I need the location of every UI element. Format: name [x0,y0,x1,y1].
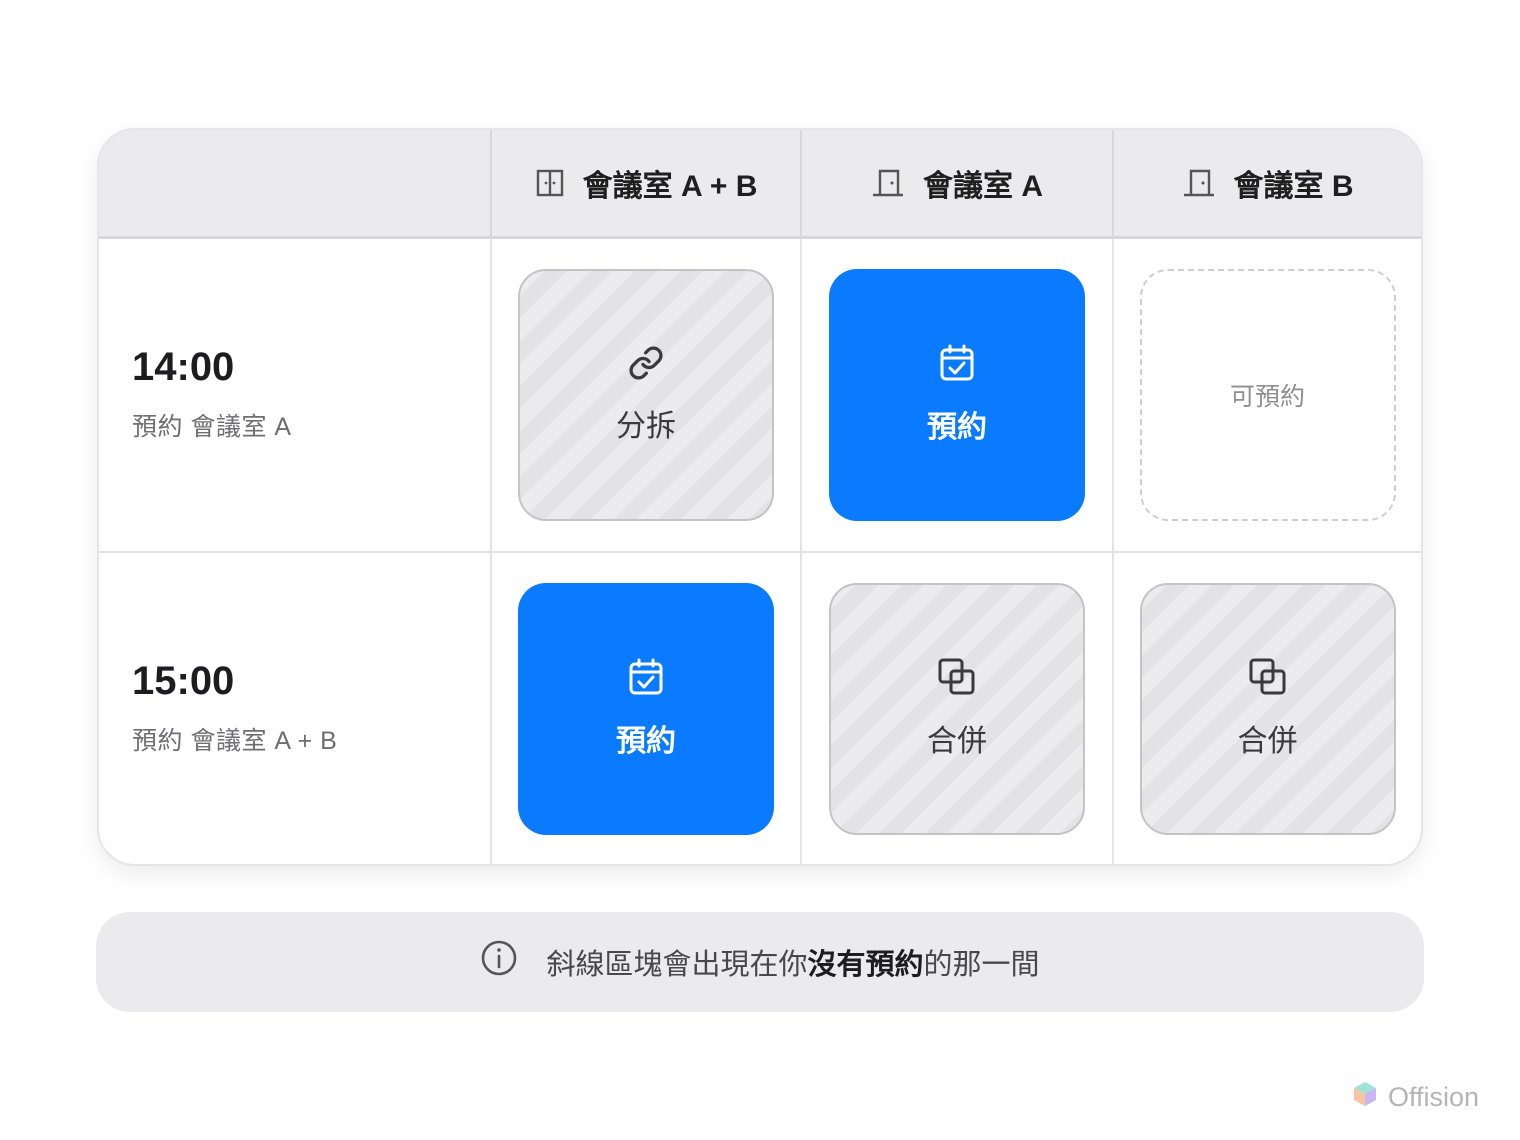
column-header-room-b: 會議室 B [1114,130,1421,239]
door-icon [871,168,905,198]
brand-watermark: Offision [1352,1080,1479,1115]
header-corner-cell [99,130,492,239]
slot-cell-1500-room-b: 合併 [1114,553,1421,864]
brand-name: Offision [1388,1082,1480,1112]
tile-label: 預約 [616,724,676,758]
merge-tile[interactable]: 合併 [1139,582,1396,835]
slot-cell-1400-room-b: 可預約 [1114,239,1421,553]
slot-cell-1500-room-a: 合併 [802,553,1114,864]
slot-cell-1400-room-a: 預約 [802,239,1114,553]
time-block: 15:00 預約 會議室 A + B [132,661,337,757]
split-tile[interactable]: 分拆 [518,269,774,521]
time-block: 14:00 預約 會議室 A [132,347,292,443]
info-text-emphasis: 沒有預約 [807,949,924,981]
door-icon [1182,168,1216,198]
page: 會議室 A + B 會議室 A 會議室 B 14:00 預約 會議室 A 分拆 … [0,0,1520,1140]
column-header-label: 會議室 B [1233,170,1354,203]
tile-label: 可預約 [1229,383,1305,411]
link-icon [628,345,664,389]
info-bar: 斜線區塊會出現在你沒有預約的那一間 [96,912,1424,1012]
booked-tile[interactable]: 預約 [829,269,1085,521]
available-tile[interactable]: 可預約 [1139,269,1396,521]
tile-label: 合併 [927,724,987,758]
calendar-check-icon [939,344,975,390]
info-text-before: 斜線區塊會出現在你 [546,949,808,981]
tile-label: 合併 [1237,724,1298,758]
merge-tile[interactable]: 合併 [829,582,1085,835]
slot-cell-1400-room-ab: 分拆 [492,239,802,553]
time-subtitle: 預約 會議室 A [132,413,292,441]
info-text: 斜線區塊會出現在你沒有預約的那一間 [546,941,1039,983]
time-cell-1500: 15:00 預約 會議室 A + B [99,553,492,864]
offision-logo-icon [1352,1080,1378,1115]
tile-label: 分拆 [616,410,676,443]
slot-cell-1500-room-ab: 預約 [492,553,802,864]
time-cell-1400: 14:00 預約 會議室 A [99,239,492,553]
column-header-room-ab: 會議室 A + B [492,130,802,239]
booked-tile[interactable]: 預約 [518,582,774,835]
column-header-room-a: 會議室 A [802,130,1114,239]
merge-squares-icon [1249,658,1287,704]
schedule-grid: 會議室 A + B 會議室 A 會議室 B 14:00 預約 會議室 A 分拆 … [99,130,1421,864]
time-subtitle: 預約 會議室 A + B [132,726,338,755]
merge-squares-icon [938,658,976,704]
time-label: 14:00 [132,345,235,389]
time-label: 15:00 [132,658,235,703]
calendar-check-icon [628,658,664,704]
tile-label: 預約 [927,411,987,444]
info-circle-icon [480,939,518,985]
column-header-label: 會議室 A [923,170,1043,203]
schedule-card: 會議室 A + B 會議室 A 會議室 B 14:00 預約 會議室 A 分拆 … [97,128,1423,866]
double-door-icon [535,168,565,198]
info-text-after: 的那一間 [923,949,1040,981]
column-header-label: 會議室 A + B [582,170,758,203]
